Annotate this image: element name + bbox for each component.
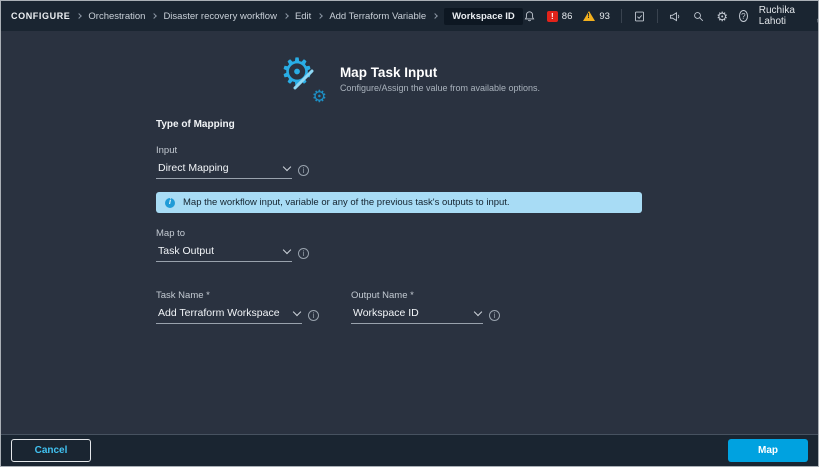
info-icon: i [165, 198, 175, 208]
map-task-input-window: CONFIGURE Orchestration Disaster recover… [0, 0, 819, 467]
info-banner-text: Map the workflow input, variable or any … [183, 197, 510, 208]
page-header: ⚙ ⚙ Map Task Input Configure/Assign the … [1, 55, 818, 103]
map-to-select-row: Task Output i [156, 243, 648, 262]
page-subtitle: Configure/Assign the value from availabl… [340, 83, 540, 93]
announcements-icon[interactable] [668, 9, 681, 23]
chevron-right-icon [152, 13, 158, 19]
task-output-row: Task Name * Add Terraform Workspace i Ou… [156, 290, 648, 324]
task-name-info-icon[interactable]: i [308, 310, 319, 321]
user-name[interactable]: Ruchika Lahoti [759, 5, 804, 27]
breadcrumb-add-terraform-variable[interactable]: Add Terraform Variable [329, 11, 426, 22]
task-name-field: Task Name * Add Terraform Workspace i [156, 290, 319, 324]
info-banner: i Map the workflow input, variable or an… [156, 192, 642, 213]
breadcrumb-configure[interactable]: CONFIGURE [11, 11, 70, 21]
settings-gear-icon[interactable]: ⚙ [716, 10, 728, 23]
type-of-mapping-label: Type of Mapping [156, 119, 648, 130]
output-name-label: Output Name * [351, 290, 500, 301]
requests-icon[interactable] [633, 9, 646, 23]
output-name-info-icon[interactable]: i [489, 310, 500, 321]
chevron-down-icon [293, 308, 301, 316]
breadcrumb: CONFIGURE Orchestration Disaster recover… [11, 8, 523, 25]
breadcrumb-workflow[interactable]: Disaster recovery workflow [163, 11, 277, 22]
chevron-right-icon [283, 13, 289, 19]
critical-alarms-indicator[interactable]: ! 86 [547, 11, 573, 22]
input-mapping-select[interactable]: Direct Mapping [156, 160, 292, 179]
top-actions: ! 86 ! 93 ⚙ ? Ruchika Lahoti [523, 5, 819, 27]
input-info-icon[interactable]: i [298, 165, 309, 176]
output-name-field: Output Name * Workspace ID i [351, 290, 500, 324]
divider [621, 9, 622, 23]
map-to-info-icon[interactable]: i [298, 248, 309, 259]
input-mapping-value: Direct Mapping [158, 162, 229, 174]
map-to-value: Task Output [158, 245, 214, 257]
chevron-right-icon [77, 13, 83, 19]
chevron-down-icon [283, 163, 291, 171]
map-to-label: Map to [156, 228, 648, 239]
map-task-gears-icon: ⚙ ⚙ [279, 55, 327, 103]
footer-bar: Cancel Map [1, 434, 818, 466]
map-button[interactable]: Map [728, 439, 808, 462]
chevron-down-icon [283, 246, 291, 254]
map-to-select[interactable]: Task Output [156, 243, 292, 262]
bell-icon[interactable] [523, 9, 536, 23]
breadcrumb-orchestration[interactable]: Orchestration [88, 11, 145, 22]
critical-icon: ! [547, 11, 558, 22]
critical-count: 86 [562, 11, 573, 22]
breadcrumb-workspace-id[interactable]: Workspace ID [444, 8, 523, 25]
task-name-value: Add Terraform Workspace [158, 307, 280, 319]
input-label: Input [156, 145, 648, 156]
cancel-button[interactable]: Cancel [11, 439, 91, 462]
warning-icon: ! [583, 11, 595, 21]
top-bar: CONFIGURE Orchestration Disaster recover… [1, 1, 818, 31]
page-title: Map Task Input [340, 65, 540, 80]
mapping-form: Type of Mapping Input Direct Mapping i i… [156, 119, 648, 324]
warning-alarms-indicator[interactable]: ! 93 [583, 11, 610, 22]
title-block: Map Task Input Configure/Assign the valu… [340, 65, 540, 93]
task-name-label: Task Name * [156, 290, 319, 301]
user-avatar-icon[interactable] [815, 9, 819, 23]
input-select-row: Direct Mapping i [156, 160, 648, 179]
output-name-select[interactable]: Workspace ID [351, 305, 483, 324]
help-icon[interactable]: ? [739, 10, 748, 22]
chevron-down-icon [474, 308, 482, 316]
task-name-select[interactable]: Add Terraform Workspace [156, 305, 302, 324]
chevron-right-icon [317, 13, 323, 19]
search-icon[interactable] [692, 9, 705, 23]
output-name-value: Workspace ID [353, 307, 419, 319]
breadcrumb-edit[interactable]: Edit [295, 11, 311, 22]
divider [657, 9, 658, 23]
chevron-right-icon [432, 13, 438, 19]
warning-count: 93 [599, 11, 610, 22]
